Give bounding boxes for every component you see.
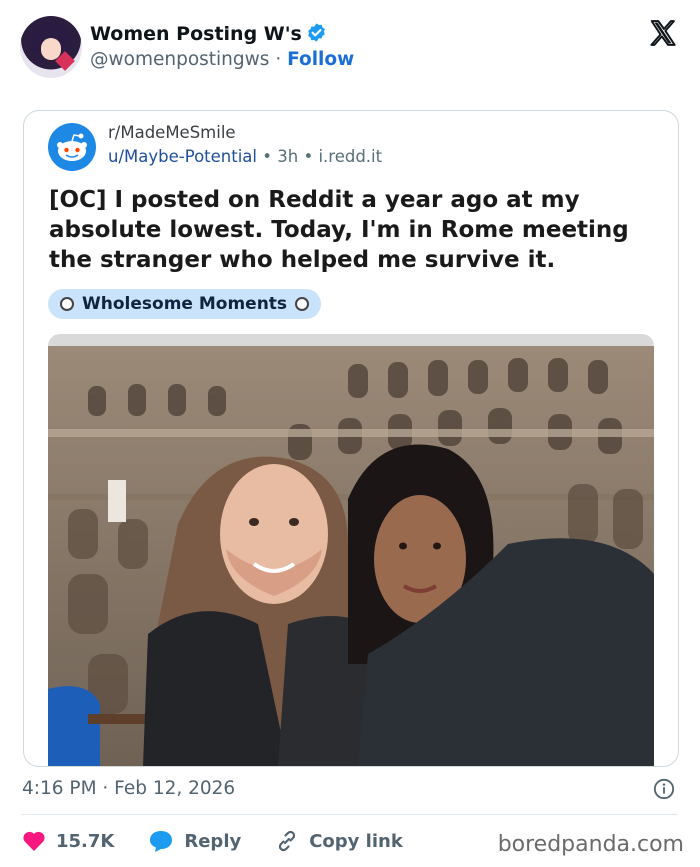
tweet-actions: 15.7K Reply Copy link	[22, 825, 403, 857]
reply-button[interactable]: Reply	[148, 829, 241, 853]
author-name-row[interactable]: Women Posting W's	[90, 22, 327, 48]
post-meta: u/Maybe-Potential • 3h • i.redd.it	[108, 147, 382, 166]
meta-dot: •	[303, 147, 314, 166]
link-icon	[279, 830, 296, 852]
tweet-timestamp[interactable]: 4:16 PM · Feb 12, 2026	[22, 778, 235, 799]
heart-icon	[23, 831, 45, 851]
subreddit-avatar[interactable]	[48, 123, 96, 171]
reply-label: Reply	[184, 830, 242, 852]
post-title[interactable]: [OC] I posted on Reddit a year ago at my…	[49, 185, 661, 275]
verified-badge-icon	[306, 22, 327, 48]
copy-link-label: Copy link	[309, 830, 403, 852]
post-flair[interactable]: Wholesome Moments	[48, 289, 322, 319]
divider	[22, 814, 678, 815]
separator-dot: ·	[275, 49, 282, 70]
post-age: 3h	[277, 147, 299, 166]
author-avatar[interactable]	[20, 16, 82, 78]
author-handle-row: @womenpostingws · Follow	[90, 49, 354, 70]
x-logo-icon[interactable]	[648, 18, 678, 48]
reply-bubble-icon	[150, 831, 173, 852]
like-count: 15.7K	[56, 830, 115, 852]
boredpanda-watermark: boredpanda.com	[497, 832, 684, 857]
embedded-reddit-post[interactable]: r/MadeMeSmile u/Maybe-Potential • 3h • i…	[23, 110, 679, 767]
flair-label: Wholesome Moments	[82, 294, 288, 314]
author-handle[interactable]: @womenpostingws	[90, 49, 269, 70]
copy-link-button[interactable]: Copy link	[275, 829, 403, 853]
subreddit-name[interactable]: r/MadeMeSmile	[108, 123, 236, 142]
flair-snoo-icon	[295, 297, 310, 311]
meta-dot: •	[262, 147, 272, 166]
flair-snoo-icon	[60, 297, 74, 311]
author-name[interactable]: Women Posting W's	[90, 23, 302, 45]
post-photo[interactable]	[48, 334, 654, 766]
follow-button[interactable]: Follow	[287, 49, 354, 70]
post-username[interactable]: u/Maybe-Potential	[108, 147, 257, 166]
like-button[interactable]: 15.7K	[22, 830, 114, 852]
info-icon[interactable]	[653, 778, 675, 800]
tweet-header: Women Posting W's @womenpostingws · Foll…	[20, 14, 680, 82]
post-domain[interactable]: i.redd.it	[318, 147, 382, 166]
